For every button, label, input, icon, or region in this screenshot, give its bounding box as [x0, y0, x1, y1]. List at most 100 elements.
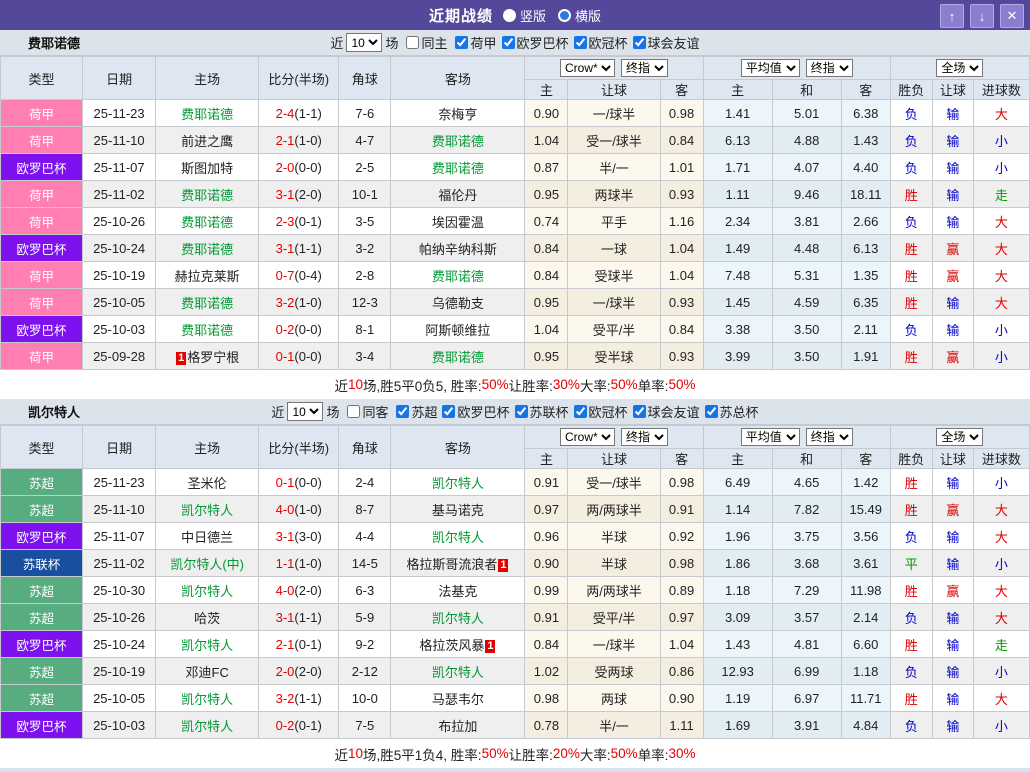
league-checkbox-input[interactable] — [633, 405, 646, 418]
avg-draw-odds-cell: 7.82 — [772, 496, 841, 523]
scope-select[interactable]: 全场 — [936, 428, 983, 446]
handicap-home-odds-cell: 0.74 — [525, 208, 568, 235]
summary-text: 让胜率: — [509, 375, 553, 395]
bottom-strip — [0, 768, 1030, 772]
handicap-away-odds: 0.98 — [669, 475, 694, 490]
league-checkbox[interactable]: 欧罗巴杯 — [437, 402, 509, 421]
league-type-cell: 荷甲 — [1, 343, 83, 370]
close-button[interactable]: ✕ — [1000, 4, 1024, 28]
handicap-select-cell: Crow* 终指 — [525, 57, 703, 80]
games-label: 场 — [326, 402, 339, 421]
date-cell: 25-10-03 — [83, 712, 156, 739]
vertical-layout-radio[interactable]: 竖版 — [503, 6, 546, 25]
away-team-name: 阿斯顿维拉 — [425, 323, 490, 338]
avg-draw-odds: 5.01 — [794, 106, 819, 121]
full-time-score: 3-2 — [276, 691, 295, 706]
date-cell: 25-10-24 — [83, 631, 156, 658]
league-checkbox[interactable]: 欧罗巴杯 — [497, 33, 569, 52]
avg-draw-odds-cell: 5.31 — [772, 262, 841, 289]
handicap-home-odds: 0.98 — [534, 691, 559, 706]
league-checkbox-input[interactable] — [574, 36, 587, 49]
league-checkbox-input[interactable] — [574, 405, 587, 418]
corner-count: 7-6 — [355, 106, 374, 121]
recent-count-select[interactable]: 10 — [287, 402, 323, 421]
avg-home-odds: 1.19 — [725, 691, 750, 706]
handicap-away-odds-cell: 0.93 — [660, 289, 703, 316]
half-time-score: (2-0) — [294, 583, 321, 598]
league-checkbox[interactable]: 球会友谊 — [628, 402, 700, 421]
away-team-cell: 凯尔特人 — [391, 604, 525, 631]
avg-away-odds-cell: 2.66 — [841, 208, 890, 235]
league-checkbox-input[interactable] — [442, 405, 455, 418]
handicap-home-odds: 0.95 — [534, 187, 559, 202]
league-checkbox-input[interactable] — [502, 36, 515, 49]
home-team-cell: 前进之鹰 — [156, 127, 259, 154]
result-goals: 大 — [995, 269, 1008, 284]
league-checkbox-input[interactable] — [396, 405, 409, 418]
match-row: 苏超 25-11-10 凯尔特人 4-0(1-0) 8-7 基马诺克 0.97 … — [1, 496, 1030, 523]
match-date: 25-10-03 — [93, 718, 145, 733]
avg-home-odds: 12.93 — [721, 664, 754, 679]
scope-select[interactable]: 全场 — [936, 59, 983, 77]
average-select[interactable]: 平均值 — [741, 59, 800, 77]
handicap-home-odds: 0.90 — [534, 556, 559, 571]
titlebar: 近期战绩 竖版 横版 ↑ ↓ ✕ — [0, 0, 1030, 30]
full-time-score: 3-1 — [276, 241, 295, 256]
odds-time-select[interactable]: 终指 — [621, 428, 668, 446]
avg-draw-odds-cell: 3.50 — [772, 316, 841, 343]
odds-company-select[interactable]: Crow* — [560, 59, 615, 77]
league-type-cell: 欧罗巴杯 — [1, 523, 83, 550]
average-time-select[interactable]: 终指 — [806, 428, 853, 446]
handicap-away-odds: 1.04 — [669, 241, 694, 256]
same-venue-checkbox-input[interactable] — [347, 405, 360, 418]
match-row: 荷甲 25-10-05 费耶诺德 3-2(1-0) 12-3 乌德勒支 0.95… — [1, 289, 1030, 316]
same-venue-checkbox-input[interactable] — [406, 36, 419, 49]
handicap-line: 一/球半 — [593, 296, 636, 311]
league-checkbox-input[interactable] — [633, 36, 646, 49]
league-type-label: 苏超 — [29, 693, 54, 707]
result-wdl-cell: 胜 — [890, 181, 932, 208]
away-team-name: 凯尔特人 — [432, 665, 484, 680]
average-select[interactable]: 平均值 — [741, 428, 800, 446]
league-checkbox[interactable]: 苏联杯 — [510, 402, 569, 421]
result-handicap-cell: 赢 — [932, 496, 973, 523]
same-venue-checkbox[interactable]: 同客 — [342, 402, 388, 421]
league-checkbox[interactable]: 荷甲 — [450, 33, 496, 52]
recent-count-select[interactable]: 10 — [346, 33, 382, 52]
league-checkbox[interactable]: 苏总杯 — [700, 402, 759, 421]
league-checkbox-input[interactable] — [515, 405, 528, 418]
handicap-home-odds-cell: 1.04 — [525, 127, 568, 154]
odds-company-select[interactable]: Crow* — [560, 428, 615, 446]
half-time-score: (0-0) — [294, 160, 321, 175]
avg-away-odds-cell: 3.56 — [841, 523, 890, 550]
result-goals-cell: 小 — [973, 550, 1029, 577]
move-down-button[interactable]: ↓ — [970, 4, 994, 28]
handicap-line-cell: 平手 — [568, 208, 660, 235]
handicap-line-cell: 受一/球半 — [568, 469, 660, 496]
odds-time-select[interactable]: 终指 — [621, 59, 668, 77]
league-checkbox[interactable]: 苏超 — [391, 402, 437, 421]
handicap-line: 受平/半 — [593, 611, 636, 626]
same-venue-checkbox[interactable]: 同主 — [401, 33, 447, 52]
league-checkbox[interactable]: 球会友谊 — [628, 33, 700, 52]
league-checkbox[interactable]: 欧冠杯 — [569, 33, 628, 52]
horizontal-layout-radio[interactable]: 横版 — [558, 6, 601, 25]
result-goals-cell: 小 — [973, 658, 1029, 685]
subcol-handicap-home: 主 — [525, 80, 568, 100]
col-header-date: 日期 — [83, 57, 156, 100]
move-up-button[interactable]: ↑ — [940, 4, 964, 28]
corner-cell: 10-1 — [339, 181, 391, 208]
league-checkbox-input[interactable] — [455, 36, 468, 49]
result-goals: 走 — [995, 638, 1008, 653]
away-team-cell: 福伦丹 — [391, 181, 525, 208]
average-time-select[interactable]: 终指 — [806, 59, 853, 77]
league-checkbox-input[interactable] — [705, 405, 718, 418]
handicap-line-cell: 一/球半 — [568, 289, 660, 316]
home-team-cell: 费耶诺德 — [156, 208, 259, 235]
col-header-date: 日期 — [83, 426, 156, 469]
league-checkbox[interactable]: 欧冠杯 — [569, 402, 628, 421]
match-row: 苏超 25-10-26 哈茨 3-1(1-1) 5-9 凯尔特人 0.91 受平… — [1, 604, 1030, 631]
corner-cell: 8-7 — [339, 496, 391, 523]
same-venue-label: 同主 — [421, 33, 447, 52]
league-label: 欧冠杯 — [589, 33, 628, 52]
